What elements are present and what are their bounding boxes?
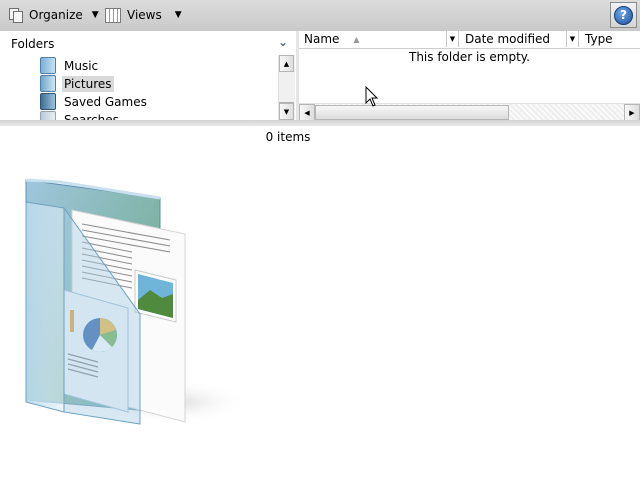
views-button[interactable]: Views ▼ bbox=[105, 6, 182, 24]
folder-preview-icon bbox=[25, 178, 250, 425]
folders-pane: Folders ⌄ Music Pictures Saved Games Sea… bbox=[0, 31, 298, 120]
column-header-bar: Name ▲ ▼ Date modified ▼ Type bbox=[299, 31, 640, 49]
scroll-down-button[interactable]: ▼ bbox=[279, 103, 294, 120]
chevron-down-icon: ▼ bbox=[91, 10, 99, 20]
chevron-down-icon[interactable]: ⌄ bbox=[278, 35, 288, 49]
organize-button[interactable]: Organize ▼ bbox=[9, 6, 99, 24]
details-pane-divider[interactable] bbox=[0, 120, 640, 126]
organize-label: Organize bbox=[29, 8, 83, 22]
folders-header[interactable]: Folders bbox=[11, 37, 54, 51]
help-icon: ? bbox=[614, 5, 633, 25]
column-header-date-modified[interactable]: Date modified ▼ bbox=[459, 31, 579, 47]
scroll-up-button[interactable]: ▲ bbox=[279, 55, 294, 72]
scroll-thumb[interactable] bbox=[315, 105, 509, 120]
sort-ascending-icon: ▲ bbox=[353, 34, 360, 44]
folder-item-music[interactable]: Music bbox=[40, 57, 100, 74]
folder-item-searches[interactable]: Searches bbox=[40, 111, 121, 120]
column-dropdown-icon[interactable]: ▼ bbox=[446, 31, 458, 47]
column-label: Name bbox=[304, 32, 340, 46]
music-folder-icon bbox=[40, 57, 56, 74]
scroll-left-button[interactable]: ◀ bbox=[299, 104, 315, 121]
file-list-horizontal-scrollbar[interactable]: ◀ ▶ bbox=[299, 103, 640, 121]
folder-item-pictures[interactable]: Pictures bbox=[40, 75, 114, 92]
folders-vertical-scrollbar[interactable]: ▲ ▼ bbox=[278, 55, 295, 120]
folder-item-saved-games[interactable]: Saved Games bbox=[40, 93, 149, 110]
folder-item-label: Pictures bbox=[62, 75, 114, 92]
views-label: Views bbox=[127, 8, 162, 22]
folder-item-label: Music bbox=[64, 58, 99, 73]
pictures-folder-icon bbox=[40, 75, 56, 92]
folder-item-label: Saved Games bbox=[64, 94, 147, 109]
column-header-type[interactable]: Type bbox=[579, 31, 640, 47]
toolbar: Organize ▼ Views ▼ ? bbox=[0, 0, 640, 31]
mouse-cursor-icon bbox=[365, 86, 379, 107]
chevron-down-icon: ▼ bbox=[174, 10, 182, 20]
views-icon bbox=[105, 7, 121, 23]
help-button[interactable]: ? bbox=[610, 2, 637, 28]
organize-icon bbox=[9, 8, 23, 23]
column-label: Date modified bbox=[465, 32, 551, 46]
items-count: 0 items bbox=[265, 130, 311, 144]
scroll-right-button[interactable]: ▶ bbox=[624, 104, 640, 121]
folder-item-label: Searches bbox=[64, 112, 119, 121]
searches-folder-icon bbox=[40, 111, 56, 120]
column-header-name[interactable]: Name ▲ ▼ bbox=[299, 31, 459, 47]
column-label: Type bbox=[585, 32, 613, 46]
column-dropdown-icon[interactable]: ▼ bbox=[566, 31, 578, 47]
saved-games-folder-icon bbox=[40, 93, 56, 110]
empty-folder-message: This folder is empty. bbox=[409, 50, 530, 64]
